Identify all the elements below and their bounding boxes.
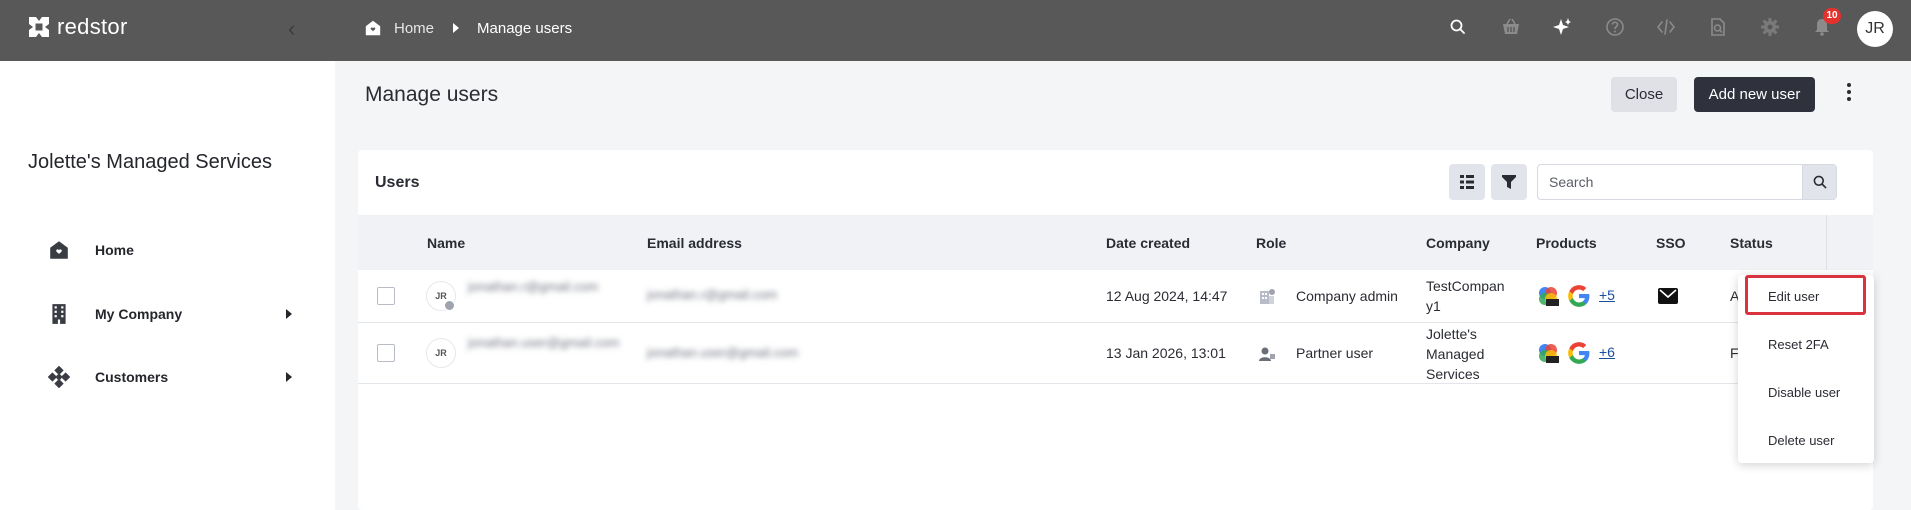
sso-mail-icon <box>1658 288 1678 304</box>
menu-item-disable-user[interactable]: Disable user <box>1768 385 1840 400</box>
row-context-menu: Edit user Reset 2FA Disable user Delete … <box>1738 275 1874 463</box>
app-name: redstor <box>57 14 128 39</box>
code-icon[interactable] <box>1653 14 1679 40</box>
user-role: Partner user <box>1296 345 1374 361</box>
search-input[interactable] <box>1538 165 1794 199</box>
user-avatar[interactable]: JR <box>1857 11 1893 47</box>
list-view-button[interactable] <box>1449 164 1485 200</box>
product-cloud-backup-icon <box>1539 344 1559 363</box>
breadcrumb-home[interactable]: Home <box>394 20 434 37</box>
add-new-user-button[interactable]: Add new user <box>1694 77 1815 112</box>
building-icon <box>47 302 71 326</box>
google-icon <box>1568 285 1590 307</box>
column-header-date-created[interactable]: Date created <box>1106 235 1190 251</box>
sparkle-icon[interactable] <box>1549 14 1575 40</box>
more-products-link[interactable]: +5 <box>1599 287 1615 303</box>
table-header: Name Email address Date created Role Com… <box>358 215 1873 270</box>
google-icon <box>1568 342 1590 364</box>
user-company: Jolette's Managed Services <box>1426 326 1485 382</box>
page-title: Manage users <box>365 83 499 106</box>
sidebar-item-label: Home <box>95 242 134 258</box>
sidebar-item-label: My Company <box>95 306 183 322</box>
user-name[interactable]: jonathan.r@gmail.com <box>468 278 618 296</box>
search-icon[interactable] <box>1445 14 1471 40</box>
users-card: Users Name Email address Date created Ro… <box>358 150 1873 510</box>
search-box <box>1537 164 1837 200</box>
row-checkbox[interactable] <box>377 344 395 362</box>
company-admin-icon <box>1260 289 1275 304</box>
filter-icon <box>1502 175 1516 189</box>
menu-item-edit-user[interactable]: Edit user <box>1768 289 1819 304</box>
avatar: JR <box>426 338 456 368</box>
user-email: jonathan.r@gmail.com <box>647 287 778 302</box>
verified-check-icon <box>444 300 455 311</box>
column-header-status[interactable]: Status <box>1730 235 1773 251</box>
column-header-products[interactable]: Products <box>1536 235 1597 251</box>
more-products-link[interactable]: +6 <box>1599 344 1615 360</box>
sidebar-item-my-company[interactable]: My Company <box>47 299 297 329</box>
column-header-sso[interactable]: SSO <box>1656 235 1686 251</box>
avatar-initials: JR <box>435 291 447 301</box>
search-icon <box>1813 175 1826 189</box>
home-icon <box>47 238 71 262</box>
search-button[interactable] <box>1802 165 1836 199</box>
help-icon[interactable] <box>1602 14 1628 40</box>
close-button[interactable]: Close <box>1611 77 1677 112</box>
expand-caret-icon <box>286 309 292 319</box>
home-icon <box>365 20 381 36</box>
notification-badge: 10 <box>1823 8 1841 24</box>
more-options-icon[interactable] <box>1840 80 1858 104</box>
customers-icon <box>47 365 71 389</box>
product-cloud-backup-icon <box>1539 287 1559 306</box>
table-row[interactable]: JR jonathan.r@gmail.com jonathan.r@gmail… <box>358 270 1873 323</box>
menu-item-reset-2fa[interactable]: Reset 2FA <box>1768 337 1829 352</box>
partner-user-icon <box>1259 347 1275 361</box>
sidebar-item-customers[interactable]: Customers <box>47 362 297 392</box>
sidebar-item-home[interactable]: Home <box>47 235 297 265</box>
list-view-icon <box>1460 175 1474 189</box>
menu-item-delete-user[interactable]: Delete user <box>1768 433 1834 448</box>
top-bar: redstor ‹ Home Manage users 10 JR <box>0 0 1911 61</box>
sidebar <box>0 61 335 510</box>
user-name[interactable]: jonathan.user@gmail.com <box>468 334 619 352</box>
expand-caret-icon <box>286 372 292 382</box>
date-created: 12 Aug 2024, 14:47 <box>1106 288 1228 304</box>
breadcrumb: Home Manage users <box>364 19 572 37</box>
basket-icon[interactable] <box>1498 14 1524 40</box>
user-role: Company admin <box>1296 288 1398 304</box>
company-name: Jolette's Managed Services <box>28 151 272 173</box>
users-card-title: Users <box>375 174 420 191</box>
table-row[interactable]: JR jonathan.user@gmail.com jonathan.user… <box>358 323 1873 384</box>
settings-icon[interactable] <box>1757 14 1783 40</box>
breadcrumb-separator-icon <box>453 23 460 33</box>
column-header-company[interactable]: Company <box>1426 235 1490 251</box>
collapse-sidebar-icon[interactable]: ‹ <box>288 18 306 40</box>
column-header-role[interactable]: Role <box>1256 235 1286 251</box>
filter-button[interactable] <box>1491 164 1527 200</box>
user-company: TestCompany1 <box>1426 278 1505 314</box>
sidebar-item-label: Customers <box>95 369 169 385</box>
redstor-logo-icon <box>29 17 49 37</box>
column-divider <box>1826 215 1827 270</box>
user-email: jonathan.user@gmail.com <box>647 345 799 360</box>
column-header-name[interactable]: Name <box>427 235 465 251</box>
column-header-email[interactable]: Email address <box>647 235 742 251</box>
logo[interactable]: redstor <box>27 14 128 40</box>
breadcrumb-current: Manage users <box>477 19 573 37</box>
document-search-icon[interactable] <box>1705 14 1731 40</box>
row-checkbox[interactable] <box>377 287 395 305</box>
avatar-initials: JR <box>435 348 447 358</box>
date-created: 13 Jan 2026, 13:01 <box>1106 345 1226 361</box>
